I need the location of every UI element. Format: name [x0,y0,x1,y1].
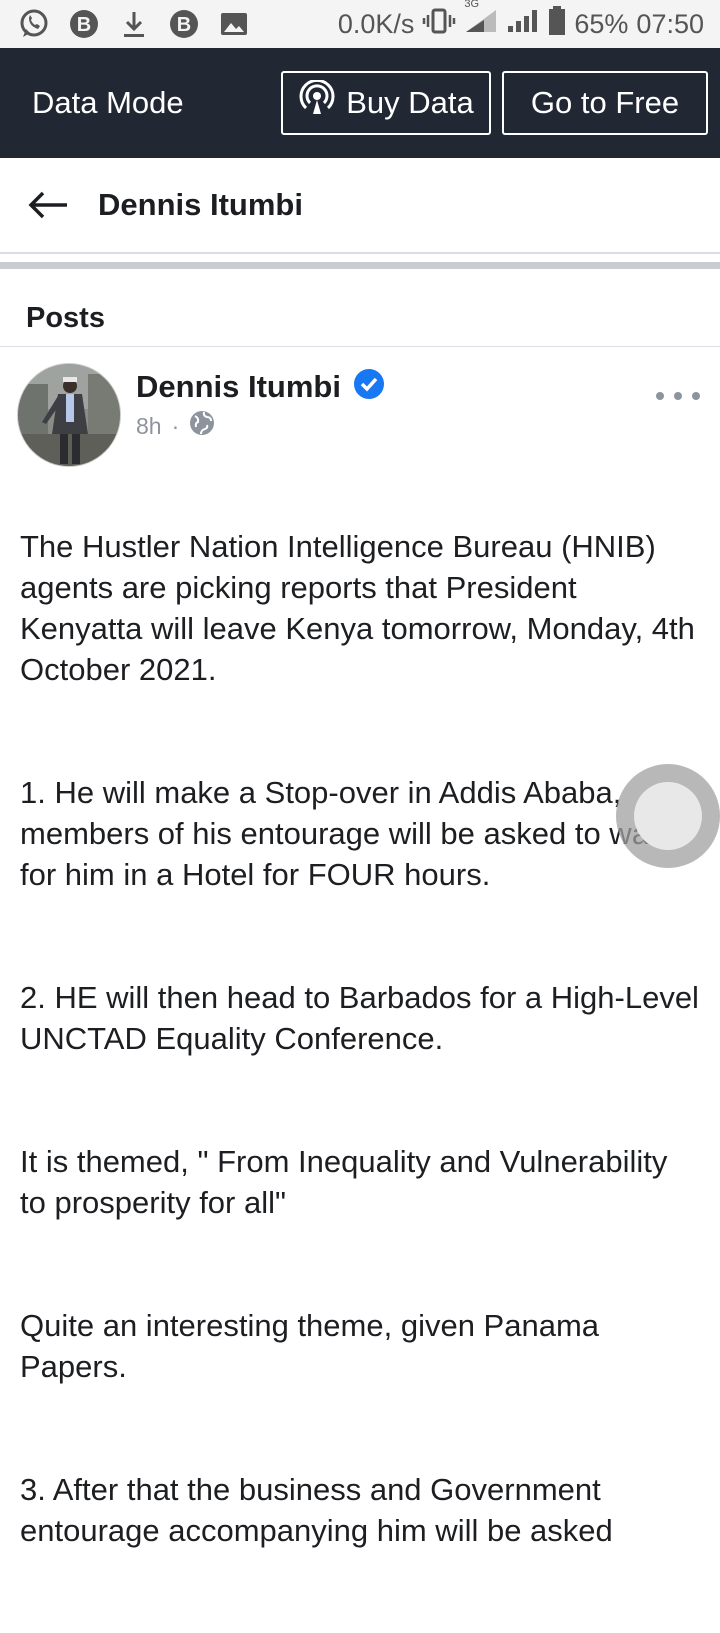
dot [692,392,700,400]
signal-icon-2 [506,8,540,41]
vibrate-icon [422,8,456,41]
network-type: 3G [464,0,480,10]
post-author[interactable]: Dennis Itumbi [136,368,385,405]
go-to-free-label: Go to Free [530,85,680,120]
signal-icon: 3G [464,0,498,41]
dot [674,392,682,400]
avatar[interactable] [17,363,121,467]
image-icon [218,8,250,40]
post-paragraph: 1. He will make a Stop-over in Addis Aba… [20,775,665,892]
b-app-icon: B [68,8,100,40]
divider [0,346,720,347]
post-paragraph: 3. After that the business and Governmen… [20,1472,613,1548]
separator-dot: · [171,412,180,439]
svg-text:B: B [177,14,191,36]
post-paragraph: 2. HE will then head to Barbados for a H… [20,980,699,1056]
more-options-icon[interactable] [656,382,700,410]
b-app-icon: B [168,8,200,40]
whatsapp-icon [18,8,50,40]
assistive-touch-button[interactable] [616,764,720,868]
status-bar: B B 0.0K/s 3G 65% 07:50 [0,0,720,48]
battery-level: 65% [574,8,629,39]
assistive-touch-inner [634,782,702,850]
go-to-free-button[interactable]: Go to Free [502,71,708,135]
clock: 07:50 [636,8,704,39]
author-name[interactable]: Dennis Itumbi [136,369,341,405]
divider [0,252,720,254]
dot [656,392,664,400]
post-time[interactable]: 8h [136,413,162,440]
battery-icon [548,5,566,43]
verified-badge-icon [353,368,385,405]
data-mode-title: Data Mode [32,85,184,120]
globe-icon [189,410,215,442]
download-icon [118,8,150,40]
divider [0,262,720,269]
post-paragraph: The Hustler Nation Intelligence Bureau (… [20,529,695,687]
data-mode-bar: Data Mode Buy Data Go to Free [0,48,720,158]
buy-data-label: Buy Data [346,85,474,120]
post-body: The Hustler Nation Intelligence Bureau (… [20,485,700,1633]
post-paragraph: Quite an interesting theme, given Panama… [20,1308,600,1384]
post-paragraph: It is themed, " From Inequality and Vuln… [20,1144,668,1220]
svg-text:B: B [77,14,91,36]
page-title: Dennis Itumbi [98,187,303,222]
post-meta: 8h · [136,410,215,442]
page-header: Dennis Itumbi [0,158,720,252]
section-title: Posts [26,302,105,334]
broadcast-icon [298,78,336,126]
back-arrow-icon[interactable] [24,181,72,229]
buy-data-button[interactable]: Buy Data [281,71,491,135]
network-speed: 0.0K/s [337,8,415,39]
